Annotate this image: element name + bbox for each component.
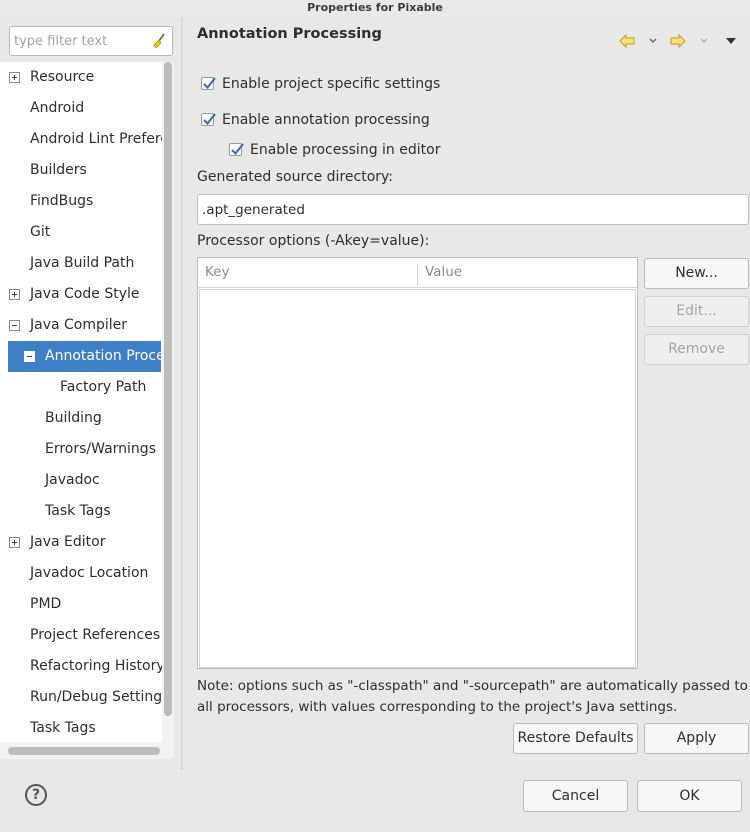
tree-item-label: Java Build Path bbox=[30, 255, 135, 271]
tree-item[interactable]: Android bbox=[0, 93, 162, 124]
tree-item-label: Android Lint Preferences bbox=[30, 131, 162, 147]
view-menu-icon[interactable] bbox=[725, 32, 737, 50]
tree-item-label: Android bbox=[30, 100, 85, 116]
tree-horizontal-scroll-thumb[interactable] bbox=[8, 747, 160, 755]
checkmark-icon bbox=[203, 113, 216, 126]
collapse-icon[interactable] bbox=[24, 351, 35, 362]
tree-item[interactable]: Git bbox=[0, 217, 162, 248]
expand-icon[interactable] bbox=[9, 72, 20, 83]
tree-item-label: Factory Path bbox=[60, 379, 147, 395]
tree-item[interactable]: Resource bbox=[0, 62, 162, 93]
new-option-button[interactable]: New... bbox=[644, 258, 749, 289]
tree-item[interactable]: Java Build Path bbox=[0, 248, 162, 279]
tree-item-label: Run/Debug Settings bbox=[30, 689, 162, 705]
clear-filter-icon[interactable] bbox=[151, 33, 167, 49]
forward-history-chevron-icon[interactable] bbox=[699, 32, 709, 50]
tree-item[interactable]: Java Editor bbox=[0, 527, 162, 558]
enable-project-specific-label: Enable project specific settings bbox=[222, 76, 441, 92]
back-history-chevron-icon[interactable] bbox=[648, 32, 658, 50]
tree-item-label: Project References bbox=[30, 627, 161, 643]
tree-item-label: Git bbox=[30, 224, 51, 240]
filter-input[interactable] bbox=[14, 32, 150, 50]
tree-item[interactable]: Refactoring History bbox=[0, 651, 162, 682]
processor-options-label: Processor options (-Akey=value): bbox=[197, 233, 430, 249]
cancel-button[interactable]: Cancel bbox=[523, 780, 628, 812]
tree-item-label: Building bbox=[45, 410, 102, 426]
help-icon[interactable]: ? bbox=[25, 784, 47, 806]
tree-item-label: Javadoc bbox=[45, 472, 100, 488]
panel-sash[interactable] bbox=[181, 17, 183, 770]
tree-item-label: Java Editor bbox=[30, 534, 106, 550]
column-header-key[interactable]: Key bbox=[205, 258, 229, 287]
tree-item-label: PMD bbox=[30, 596, 62, 612]
processor-options-table[interactable]: Key Value bbox=[197, 257, 638, 669]
tree-horizontal-scrollbar[interactable] bbox=[0, 742, 174, 759]
back-arrow-icon[interactable] bbox=[619, 32, 635, 50]
table-body[interactable] bbox=[199, 289, 636, 668]
tree-item[interactable]: PMD bbox=[0, 589, 162, 620]
tree-item-label: Refactoring History bbox=[30, 658, 162, 674]
checkbox-box[interactable] bbox=[229, 143, 244, 156]
tree-item[interactable]: Project References bbox=[0, 620, 162, 651]
tree-item-label: Builders bbox=[30, 162, 87, 178]
tree-item-label: Javadoc Location bbox=[30, 565, 149, 581]
header-separator bbox=[198, 287, 637, 288]
tree-item[interactable]: Builders bbox=[0, 155, 162, 186]
page-title: Annotation Processing bbox=[197, 26, 382, 42]
tree-item[interactable]: Annotation Processing bbox=[8, 341, 161, 372]
tree-item[interactable]: Run/Debug Settings bbox=[0, 682, 162, 713]
tree-vertical-scroll-thumb[interactable] bbox=[164, 62, 172, 716]
enable-processing-in-editor-label: Enable processing in editor bbox=[250, 142, 441, 158]
tree-item[interactable]: Task Tags bbox=[0, 496, 162, 527]
edit-option-button[interactable]: Edit... bbox=[644, 296, 749, 327]
tree-vertical-scrollbar[interactable] bbox=[162, 62, 174, 748]
tree-item-label: Annotation Processing bbox=[45, 348, 161, 364]
expand-icon[interactable] bbox=[9, 289, 20, 300]
tree-item-label: Task Tags bbox=[30, 720, 96, 736]
tree-item[interactable]: Java Compiler bbox=[0, 310, 162, 341]
tree-item[interactable]: FindBugs bbox=[0, 186, 162, 217]
tree-item-label: Task Tags bbox=[45, 503, 111, 519]
enable-annotation-processing-label: Enable annotation processing bbox=[222, 112, 430, 128]
column-header-value[interactable]: Value bbox=[425, 258, 462, 287]
property-tree: Task Tags Run/Debug Settings Refactoring H… bbox=[0, 62, 174, 748]
generated-dir-label: Generated source directory: bbox=[197, 169, 393, 185]
tree-item-label: Resource bbox=[30, 69, 95, 85]
apply-button[interactable]: Apply bbox=[644, 723, 749, 754]
tree-item-label: Java Code Style bbox=[30, 286, 140, 302]
checkbox-box[interactable] bbox=[201, 113, 216, 126]
tree-item-label: FindBugs bbox=[30, 193, 94, 209]
tree-item[interactable]: Building bbox=[0, 403, 162, 434]
window-title: Properties for Pixable bbox=[0, 0, 750, 17]
tree-item-label: Errors/Warnings bbox=[45, 441, 156, 457]
collapse-icon[interactable] bbox=[9, 320, 20, 331]
tree-item[interactable]: Javadoc Location bbox=[0, 558, 162, 589]
tree-item[interactable]: Java Code Style bbox=[0, 279, 162, 310]
tree-item[interactable]: Task Tags bbox=[0, 713, 162, 744]
tree-item[interactable]: Android Lint Preferences bbox=[0, 124, 162, 155]
tree-item[interactable]: Javadoc bbox=[0, 465, 162, 496]
tree-item-label: Java Compiler bbox=[30, 317, 128, 333]
checkmark-icon bbox=[203, 77, 216, 90]
restore-defaults-button[interactable]: Restore Defaults bbox=[513, 723, 638, 754]
generated-dir-input[interactable] bbox=[197, 194, 749, 225]
remove-option-button[interactable]: Remove bbox=[644, 334, 749, 365]
tree-item[interactable]: Factory Path bbox=[0, 372, 162, 403]
tree-item[interactable]: Errors/Warnings bbox=[0, 434, 162, 465]
forward-arrow-icon[interactable] bbox=[670, 32, 686, 50]
options-note: Note: options such as "-classpath" and "… bbox=[197, 678, 748, 715]
column-divider[interactable] bbox=[417, 264, 418, 286]
checkbox-box[interactable] bbox=[201, 77, 216, 90]
ok-button[interactable]: OK bbox=[637, 780, 742, 812]
filter-box bbox=[9, 26, 173, 56]
expand-icon[interactable] bbox=[9, 537, 20, 548]
checkmark-icon bbox=[231, 143, 244, 156]
